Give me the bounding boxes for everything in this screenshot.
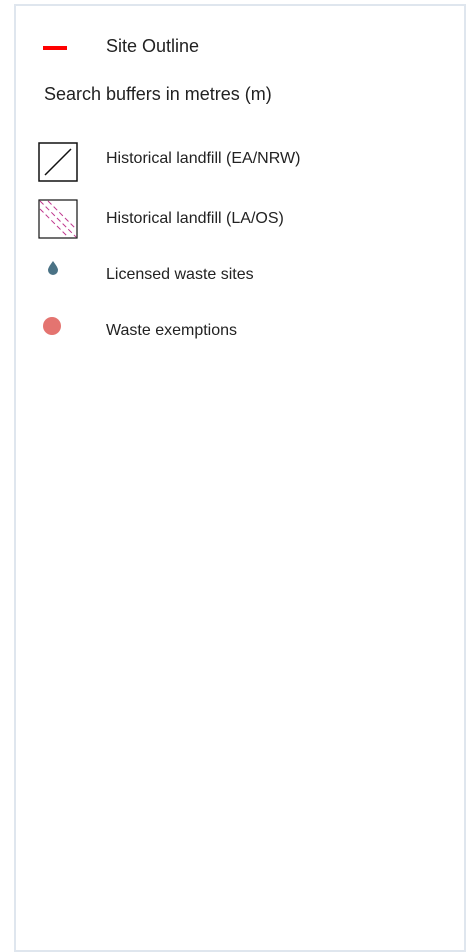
waste-exemptions-label: Waste exemptions	[106, 322, 238, 339]
map-legend-panel: Site Outline Search buffers in metres (m…	[14, 4, 466, 952]
legend-item-licensed-waste-sites: Licensed waste sites	[16, 260, 464, 288]
legend-item-waste-exemptions: Waste exemptions	[16, 316, 464, 344]
red-line-icon	[43, 46, 67, 50]
site-outline-label: Site Outline	[106, 36, 200, 56]
teardrop-marker-icon	[48, 261, 58, 275]
licensed-waste-sites-label: Licensed waste sites	[106, 266, 254, 283]
circle-marker-icon	[43, 317, 61, 335]
search-buffers-label: Search buffers in metres (m)	[44, 84, 272, 104]
historical-landfill-ea-nrw-label: Historical landfill (EA/NRW)	[106, 150, 301, 167]
legend-item-site-outline: Site Outline	[16, 36, 464, 60]
historical-landfill-la-os-label: Historical landfill (LA/OS)	[106, 210, 284, 227]
legend-item-historical-landfill-ea-nrw: Historical landfill (EA/NRW)	[16, 142, 464, 182]
diagonal-hatch-square-icon	[38, 142, 78, 182]
search-buffers-heading: Search buffers in metres (m)	[16, 84, 464, 108]
legend-item-historical-landfill-la-os: Historical landfill (LA/OS)	[16, 199, 464, 239]
dashed-hatch-square-icon	[38, 199, 78, 239]
